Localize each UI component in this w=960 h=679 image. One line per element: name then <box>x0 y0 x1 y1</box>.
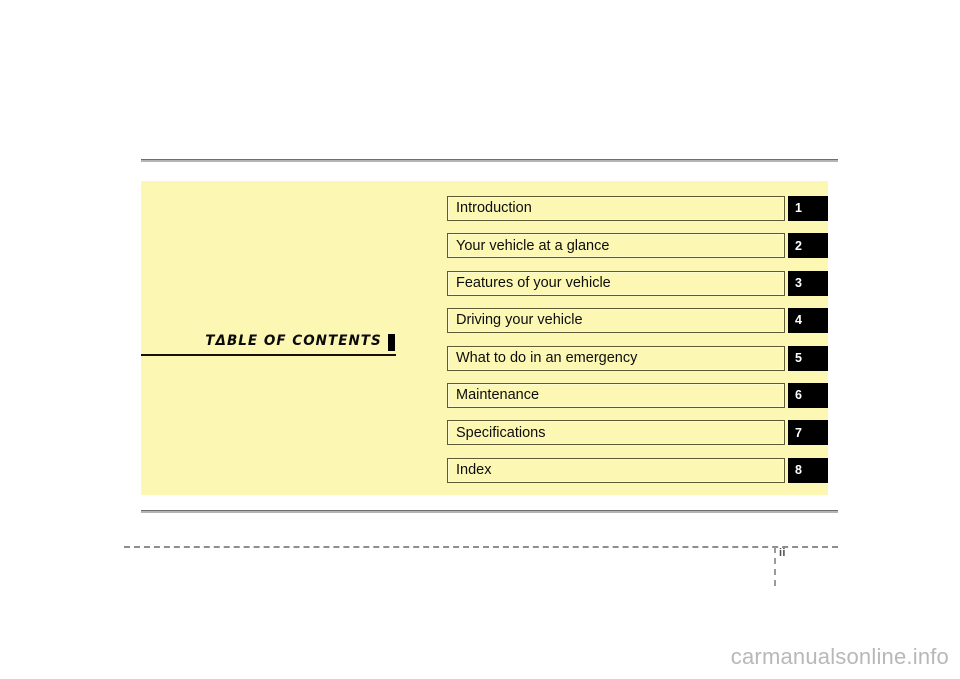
toc-entry-label-box[interactable]: Specifications <box>447 420 785 446</box>
crop-mark-horizontal <box>124 546 838 548</box>
toc-entry-label: Maintenance <box>456 387 540 404</box>
toc-entry-label-box[interactable]: Maintenance <box>447 382 785 408</box>
page-title: TΔBLE OF CONTENTS <box>141 326 396 356</box>
page-title-text: TΔBLE OF CONTENTS <box>205 333 382 349</box>
toc-entry-chapter-badge[interactable]: 5 <box>788 345 828 371</box>
toc-entry-label-box[interactable]: What to do in an emergency <box>447 345 785 371</box>
list-item[interactable]: Maintenance 6 <box>447 382 828 408</box>
toc-entry-label: Features of your vehicle <box>456 275 611 292</box>
page-title-underline <box>141 354 396 356</box>
crop-mark-vertical <box>774 547 776 586</box>
manual-page: TΔBLE OF CONTENTS Introduction 1 Your ve… <box>0 0 960 679</box>
toc-entry-label: Index <box>456 461 492 478</box>
toc-entry-label: Your vehicle at a glance <box>456 237 610 254</box>
toc-entry-label-box[interactable]: Introduction <box>447 196 785 221</box>
toc-entry-label-box[interactable]: Your vehicle at a glance <box>447 233 785 259</box>
page-top-divider <box>141 159 838 162</box>
table-of-contents-panel: TΔBLE OF CONTENTS Introduction 1 Your ve… <box>141 181 828 495</box>
table-of-contents-list: Introduction 1 Your vehicle at a glance … <box>447 196 828 483</box>
list-item[interactable]: Your vehicle at a glance 2 <box>447 233 828 259</box>
page-number: ii <box>779 547 786 559</box>
list-item[interactable]: What to do in an emergency 5 <box>447 345 828 371</box>
toc-entry-label: Introduction <box>456 200 532 217</box>
list-item[interactable]: Driving your vehicle 4 <box>447 308 828 334</box>
toc-entry-label: Specifications <box>456 424 546 441</box>
list-item[interactable]: Specifications 7 <box>447 420 828 446</box>
toc-entry-label: Driving your vehicle <box>456 312 583 329</box>
page-bottom-divider <box>141 510 838 513</box>
toc-entry-chapter-number: 7 <box>795 425 802 440</box>
toc-entry-chapter-badge[interactable]: 3 <box>788 270 828 296</box>
toc-entry-label-box[interactable]: Index <box>447 457 785 483</box>
toc-entry-chapter-badge[interactable]: 7 <box>788 420 828 446</box>
toc-entry-chapter-number: 1 <box>795 201 802 216</box>
toc-entry-chapter-number: 6 <box>795 388 802 403</box>
toc-entry-chapter-number: 3 <box>795 276 802 291</box>
toc-entry-label-box[interactable]: Features of your vehicle <box>447 270 785 296</box>
toc-entry-chapter-number: 4 <box>795 313 802 328</box>
toc-entry-chapter-badge[interactable]: 2 <box>788 233 828 259</box>
toc-entry-label-box[interactable]: Driving your vehicle <box>447 308 785 334</box>
toc-entry-chapter-badge[interactable]: 6 <box>788 382 828 408</box>
toc-entry-chapter-badge[interactable]: 8 <box>788 457 828 483</box>
list-item[interactable]: Index 8 <box>447 457 828 483</box>
toc-entry-chapter-badge[interactable]: 1 <box>788 196 828 221</box>
black-square-marker-icon <box>388 334 395 351</box>
list-item[interactable]: Features of your vehicle 3 <box>447 270 828 296</box>
toc-entry-label: What to do in an emergency <box>456 349 638 366</box>
toc-entry-chapter-badge[interactable]: 4 <box>788 308 828 334</box>
toc-entry-chapter-number: 8 <box>795 462 802 477</box>
list-item[interactable]: Introduction 1 <box>447 196 828 221</box>
watermark-text: carmanualsonline.info <box>730 644 949 669</box>
toc-entry-chapter-number: 5 <box>795 350 802 365</box>
toc-entry-chapter-number: 2 <box>795 238 802 253</box>
